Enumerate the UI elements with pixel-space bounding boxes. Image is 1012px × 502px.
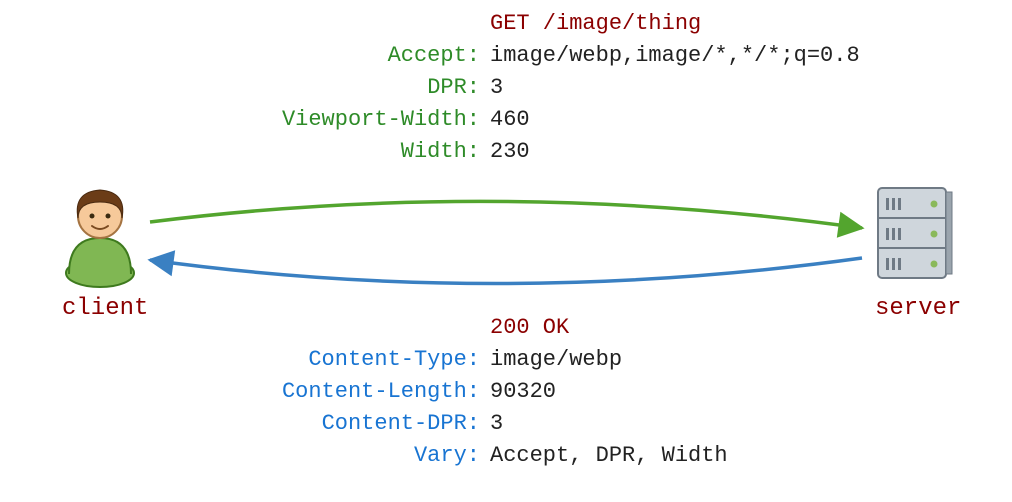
response-arrow [150, 258, 862, 284]
request-arrow [150, 201, 862, 228]
flow-arrows [0, 0, 1012, 502]
